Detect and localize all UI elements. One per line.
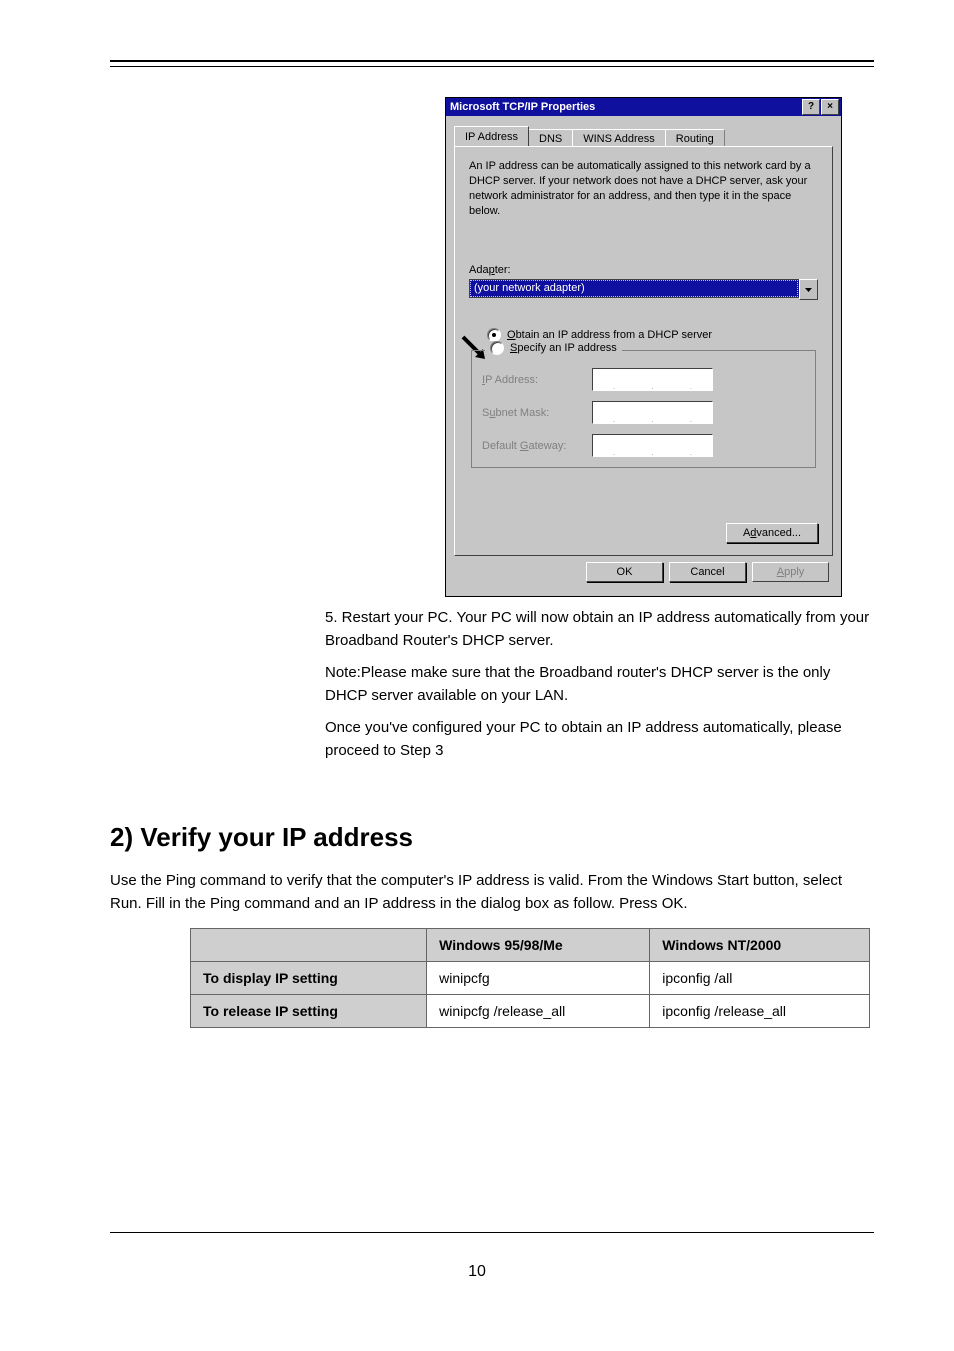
ip-address-input[interactable]: ... bbox=[592, 368, 713, 391]
table-header-blank bbox=[191, 928, 427, 961]
table-row: To release IP setting winipcfg /release_… bbox=[191, 994, 870, 1027]
dialog-button-row: OK Cancel Apply bbox=[454, 556, 833, 586]
tab-dns[interactable]: DNS bbox=[528, 129, 573, 147]
cancel-button[interactable]: Cancel bbox=[669, 562, 746, 582]
header-rule-thick bbox=[110, 60, 874, 62]
default-gateway-input[interactable]: ... bbox=[592, 434, 713, 457]
subnet-mask-label: Subnet Mask: bbox=[482, 407, 592, 419]
close-button[interactable]: × bbox=[821, 99, 839, 115]
table-header-row: Windows 95/98/Me Windows NT/2000 bbox=[191, 928, 870, 961]
table-cell: ipconfig /release_all bbox=[650, 994, 870, 1027]
radio-specify-ip[interactable]: Specify an IP address bbox=[486, 341, 621, 355]
tcpip-properties-dialog: Microsoft TCP/IP Properties ? × IP Addre… bbox=[445, 97, 842, 597]
radio-specify-label: Specify an IP address bbox=[510, 342, 617, 354]
adapter-value: (your network adapter) bbox=[469, 279, 799, 298]
chevron-down-icon bbox=[805, 288, 812, 292]
radio-dhcp-label: Obtain an IP address from a DHCP server bbox=[507, 329, 712, 341]
section-paragraph: Use the Ping command to verify that the … bbox=[110, 869, 874, 916]
advanced-button[interactable]: Advanced... bbox=[726, 523, 818, 543]
intro-text: An IP address can be automatically assig… bbox=[469, 159, 818, 218]
radio-icon-unselected bbox=[490, 341, 504, 355]
tab-ip-address[interactable]: IP Address bbox=[454, 126, 529, 146]
table-cell: winipcfg /release_all bbox=[427, 994, 650, 1027]
step-5-text: 5. Restart your PC. Your PC will now obt… bbox=[325, 607, 874, 652]
section-heading: 2) Verify your IP address bbox=[110, 822, 874, 853]
ok-button[interactable]: OK bbox=[586, 562, 663, 582]
tab-routing[interactable]: Routing bbox=[665, 129, 725, 147]
default-gateway-label: Default Gateway: bbox=[482, 440, 592, 452]
note-text: Note:Please make sure that the Broadband… bbox=[325, 662, 874, 707]
table-header-win9x: Windows 95/98/Me bbox=[427, 928, 650, 961]
specify-ip-groupbox: Specify an IP address IP Address: ... Su… bbox=[471, 350, 816, 468]
apply-button[interactable]: Apply bbox=[752, 562, 829, 582]
step-6-text: Once you've configured your PC to obtain… bbox=[325, 717, 874, 762]
header-rule-thin bbox=[110, 66, 874, 67]
dialog-title: Microsoft TCP/IP Properties bbox=[450, 98, 595, 116]
subnet-mask-input[interactable]: ... bbox=[592, 401, 713, 424]
dialog-titlebar[interactable]: Microsoft TCP/IP Properties ? × bbox=[446, 98, 841, 116]
ip-address-label: IP Address: bbox=[482, 374, 592, 386]
page-number: 10 bbox=[0, 1263, 954, 1281]
tab-strip: IP Address DNS WINS Address Routing bbox=[454, 124, 833, 146]
table-row: To display IP setting winipcfg ipconfig … bbox=[191, 961, 870, 994]
adapter-select[interactable]: (your network adapter) bbox=[469, 279, 818, 300]
table-cell: winipcfg bbox=[427, 961, 650, 994]
tab-wins-address[interactable]: WINS Address bbox=[572, 129, 666, 147]
table-cell: ipconfig /all bbox=[650, 961, 870, 994]
footer-rule bbox=[110, 1232, 874, 1233]
adapter-dropdown-button[interactable] bbox=[799, 279, 818, 300]
adapter-label: Adapter: bbox=[469, 264, 818, 276]
table-header-winnt: Windows NT/2000 bbox=[650, 928, 870, 961]
table-cell: To release IP setting bbox=[191, 994, 427, 1027]
table-cell: To display IP setting bbox=[191, 961, 427, 994]
ip-commands-table: Windows 95/98/Me Windows NT/2000 To disp… bbox=[190, 928, 870, 1028]
tab-panel-ip-address: An IP address can be automatically assig… bbox=[454, 146, 833, 556]
help-button[interactable]: ? bbox=[802, 99, 820, 115]
